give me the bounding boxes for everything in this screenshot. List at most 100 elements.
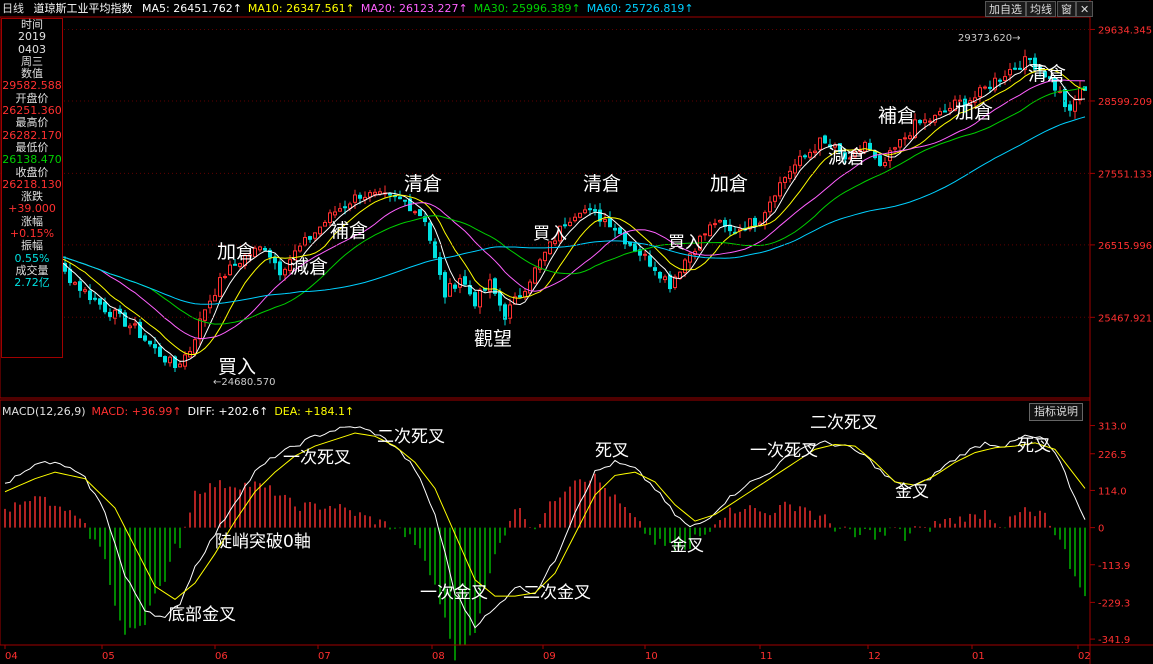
candle-body [333, 211, 337, 216]
macd-tick-label: 226.5 [1098, 450, 1127, 461]
candle-body [773, 195, 777, 202]
price-header: 日线 道琼斯工业平均指数 MA5: 26451.762↑ MA10: 26347.… [2, 2, 706, 16]
candle-body [518, 295, 522, 298]
candle-body [948, 107, 952, 112]
candle-body [303, 237, 307, 246]
chart-canvas: 29634.345 28599.209 27551.133 26515.996 2546… [0, 0, 1153, 664]
candlestick-plot[interactable] [3, 49, 1087, 372]
price-annotation: 買入 [668, 233, 702, 253]
ma60-line [4, 116, 1086, 305]
candle-body [508, 304, 512, 319]
info-row: 29582.588 [2, 79, 62, 93]
candle-body [813, 150, 817, 154]
trough-price-label: ←24680.570 [213, 377, 275, 388]
candle-body [658, 271, 662, 279]
month-label: 01 [972, 651, 985, 662]
ma10-line [4, 68, 1086, 356]
candle-body [903, 137, 907, 140]
month-label: 11 [760, 651, 773, 662]
candle-body [398, 196, 402, 200]
candle-body [498, 292, 502, 306]
candle-body [623, 231, 627, 245]
candle-body [683, 259, 687, 274]
candle-body [728, 224, 732, 232]
candle-body [883, 162, 887, 167]
info-row: +39.000 [8, 202, 56, 216]
price-annotation: 補倉 [330, 220, 368, 242]
month-label: 10 [645, 651, 658, 662]
macd-annotation: 一次金叉 [420, 583, 488, 603]
candle-body [178, 363, 182, 368]
price-annotation: 加倉 [217, 241, 255, 263]
info-row: 26138.470 [2, 153, 62, 167]
info-row: 振幅 [21, 239, 43, 253]
candle-body [413, 211, 417, 214]
peak-price-label: 29373.620→ [958, 33, 1020, 44]
candle-body [88, 290, 92, 301]
candle-body [448, 283, 452, 297]
candle-body [78, 281, 82, 291]
candle-body [568, 221, 572, 226]
period-label[interactable]: 日线 [2, 2, 24, 15]
candle-body [158, 346, 162, 357]
candle-body [443, 272, 447, 298]
candle-body [898, 139, 902, 148]
macd-annotation: 二次死叉 [377, 427, 445, 447]
candle-body [143, 335, 147, 341]
candle-body [148, 340, 152, 345]
candle-body [753, 217, 757, 226]
candle-body [648, 255, 652, 267]
candle-body [493, 278, 497, 294]
price-annotation: 買入 [533, 224, 567, 244]
add-favorite-button[interactable]: 加自选 [985, 1, 1026, 17]
month-label: 05 [102, 651, 115, 662]
month-label: 09 [543, 651, 556, 662]
candle-body [668, 274, 672, 290]
macd-annotation: 一次死叉 [750, 441, 818, 461]
candle-body [233, 263, 237, 266]
candle-body [593, 209, 597, 212]
macd-tick-label: -229.3 [1098, 598, 1130, 609]
candle-body [198, 318, 202, 340]
macd-legend-item: MACD(12,26,9) [2, 405, 86, 418]
candle-body [193, 339, 197, 354]
candle-body [783, 177, 787, 183]
macd-plot[interactable] [4, 426, 1086, 661]
candle-body [418, 209, 422, 217]
candle-body [1068, 104, 1072, 111]
info-row: 收盘价 [15, 165, 49, 179]
window-button[interactable]: 窗 [1057, 1, 1076, 17]
candle-body [163, 356, 167, 363]
candle-body [313, 232, 317, 239]
candle-body [153, 344, 157, 349]
price-panel [0, 0, 1091, 664]
indicator-help-button[interactable]: 指标说明 [1029, 403, 1083, 421]
candle-body [403, 199, 407, 202]
candle-body [298, 245, 302, 252]
price-tick-label: 25467.921 [1098, 313, 1152, 324]
candle-body [338, 208, 342, 212]
candle-body [478, 289, 482, 308]
month-label: 06 [215, 651, 228, 662]
candle-body [818, 137, 822, 150]
candle-body [343, 206, 347, 209]
candle-body [613, 227, 617, 231]
price-tick-label: 27551.133 [1098, 169, 1152, 180]
candle-body [893, 147, 897, 150]
candle-body [808, 151, 812, 158]
month-x-axis: 04 05 06 07 08 09 10 11 12 01 02 [0, 644, 1153, 662]
candle-body [308, 236, 312, 240]
candle-body [223, 276, 227, 279]
candle-body [1018, 67, 1022, 70]
price-y-axis: 29634.345 28599.209 27551.133 26515.996 2546… [0, 25, 1152, 324]
close-icon[interactable]: ✕ [1076, 1, 1094, 17]
moving-average-button[interactable]: 均线 [1026, 1, 1056, 17]
candle-body [128, 325, 132, 329]
month-label: 07 [318, 651, 331, 662]
candle-body [368, 192, 372, 198]
macd-annotation: 二次死叉 [810, 413, 878, 433]
candle-body [1028, 57, 1032, 60]
price-annotation: 清倉 [1028, 63, 1066, 85]
candle-body [133, 323, 137, 326]
macd-annotation: 底部金叉 [168, 605, 236, 625]
